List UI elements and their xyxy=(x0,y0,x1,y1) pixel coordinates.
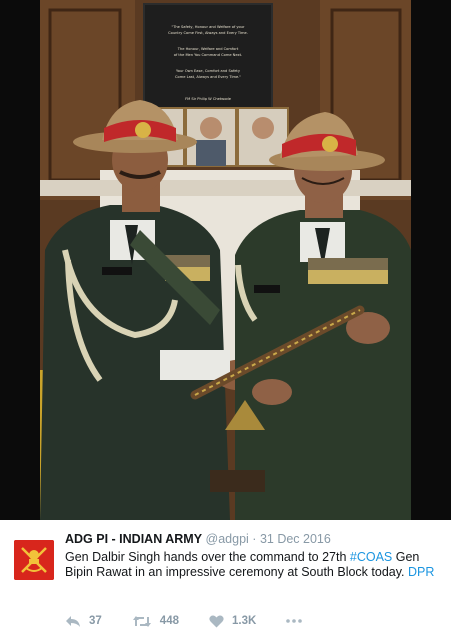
tweet-date[interactable]: 31 Dec 2016 xyxy=(260,532,331,546)
hashtag-link[interactable]: #COAS xyxy=(350,550,392,564)
tweet-actions: 37 448 1.3K xyxy=(65,612,340,630)
army-emblem-icon xyxy=(14,540,54,580)
retweet-icon xyxy=(132,615,151,627)
plaque-line: of the Men You Command Come Next. xyxy=(174,53,242,57)
plaque-line: The Honour, Welfare and Comfort xyxy=(177,47,239,51)
more-dots-icon xyxy=(286,619,303,623)
heart-icon xyxy=(209,615,224,627)
photo-letterbox-right xyxy=(411,0,451,520)
tweet-text: Gen Dalbir Singh hands over the command … xyxy=(65,550,437,580)
plaque-line: Country Come First, Always and Every Tim… xyxy=(168,31,248,35)
plaque-line: FM Sir Philip W Chetwode xyxy=(185,97,232,101)
retweet-count: 448 xyxy=(159,615,179,627)
reply-button[interactable]: 37 xyxy=(65,615,102,628)
plaque-line: Come Last, Always and Every Time." xyxy=(175,75,241,79)
like-count: 1.3K xyxy=(231,615,257,627)
tweet-card[interactable]: ADG PI - INDIAN ARMY @adgpi · 31 Dec 201… xyxy=(0,520,451,640)
tweet-header: ADG PI - INDIAN ARMY @adgpi · 31 Dec 201… xyxy=(65,532,331,547)
separator-dot: · xyxy=(252,532,257,546)
author-name[interactable]: ADG PI - INDIAN ARMY xyxy=(65,532,202,546)
author-handle[interactable]: @adgpi xyxy=(206,532,249,546)
tweet-text-part: Gen Dalbir Singh hands over the command … xyxy=(65,550,350,564)
reply-icon xyxy=(66,615,80,627)
like-button[interactable]: 1.3K xyxy=(209,615,256,628)
dpr-link[interactable]: DPR xyxy=(408,565,434,579)
plaque-line: "The Safety, Honour and Welfare of your xyxy=(172,25,245,29)
ceremony-scene: "The Safety, Honour and Welfare of your … xyxy=(40,0,411,520)
photo-letterbox-left xyxy=(0,0,40,520)
retweet-button[interactable]: 448 xyxy=(132,615,179,628)
plaque-line: Your Own Ease, Comfort and Safety xyxy=(176,69,241,73)
more-options-button[interactable] xyxy=(286,618,310,624)
tweet-photo[interactable]: "The Safety, Honour and Welfare of your … xyxy=(0,0,451,520)
avatar[interactable] xyxy=(14,540,54,580)
reply-count: 37 xyxy=(89,615,102,627)
quote-plaque: "The Safety, Honour and Welfare of your … xyxy=(143,3,273,109)
